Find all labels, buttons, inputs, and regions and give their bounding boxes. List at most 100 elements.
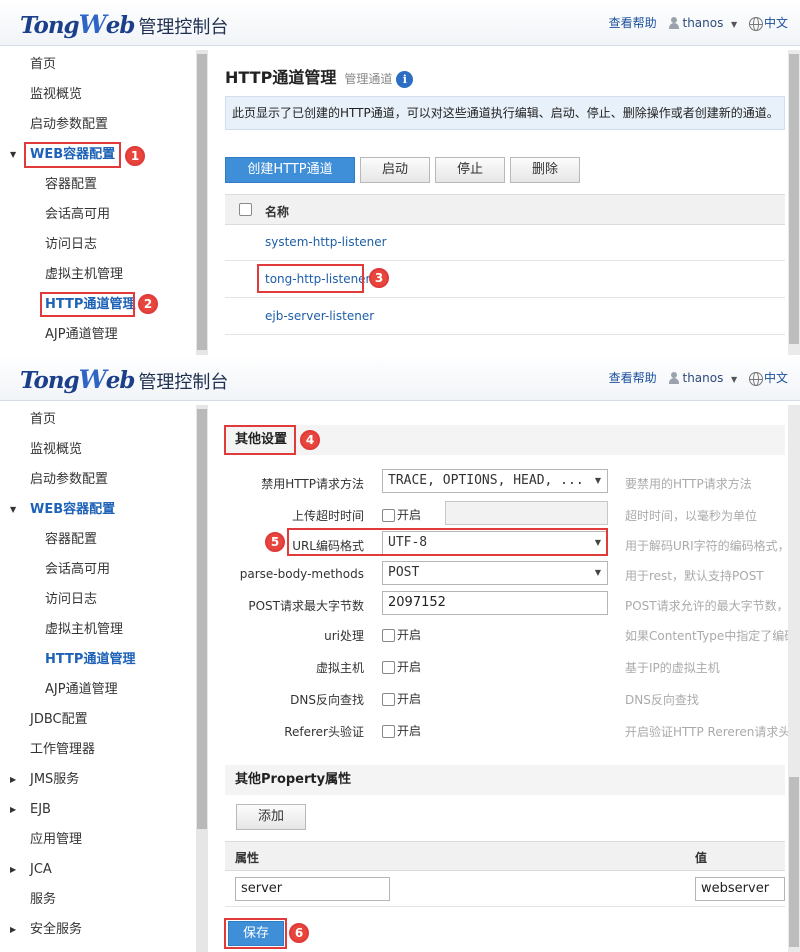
- select-all-checkbox[interactable]: [239, 203, 252, 216]
- sidebar-item-services[interactable]: 服务: [0, 885, 210, 915]
- form-row: parse-body-methods POST ▼ 用于rest，默认支持POST: [225, 559, 800, 591]
- app-title: 管理控制台: [138, 17, 229, 38]
- column-name-header: 名称: [265, 205, 290, 219]
- sidebar-item-security[interactable]: ▶ 安全服务: [0, 915, 210, 945]
- sidebar-item-monitor[interactable]: 监视概览: [0, 80, 210, 110]
- sidebar-item-session-ha[interactable]: 会话高可用: [0, 200, 210, 230]
- tongweb-logo: TongWeb 管理控制台: [20, 365, 229, 394]
- tongweb-logo: TongWeb 管理控制台: [20, 10, 229, 39]
- sidebar-item-ajp-channel[interactable]: AJP通道管理: [0, 675, 210, 705]
- checkbox[interactable]: [382, 661, 395, 674]
- language-switch[interactable]: 中文: [748, 14, 788, 31]
- sidebar-item-virtual-host[interactable]: 虚拟主机管理: [0, 260, 210, 290]
- property-name-input[interactable]: server: [235, 877, 390, 901]
- virtual-host-toggle[interactable]: 开启: [382, 658, 421, 675]
- property-value-input[interactable]: webserver: [695, 877, 785, 901]
- user-menu[interactable]: thanos ▼: [668, 371, 737, 385]
- parse-body-methods-select[interactable]: POST ▼: [382, 561, 608, 585]
- sidebar-item-container-config[interactable]: 容器配置: [0, 525, 210, 555]
- page-description: 此页显示了已创建的HTTP通道，可以对这些通道执行编辑、启动、停止、删除操作或者…: [225, 96, 785, 130]
- delete-button[interactable]: 删除: [510, 157, 580, 183]
- form-row: uri处理 开启 如果ContentType中指定了编码: [225, 619, 800, 651]
- highlight-other-settings: [224, 425, 296, 455]
- field-help: 开启验证HTTP Rereren请求头: [625, 725, 791, 739]
- sidebar-item-container-config[interactable]: 容器配置: [0, 170, 210, 200]
- listener-link-system[interactable]: system-http-listener: [265, 235, 387, 249]
- form-row: POST请求最大字节数 2097152 POST请求允许的最大字节数，: [225, 589, 800, 621]
- step-badge-6: 6: [289, 923, 309, 943]
- help-link[interactable]: 查看帮助: [609, 369, 657, 386]
- form-row: 上传超时时间 开启 超时时间，以毫秒为单位: [225, 499, 800, 531]
- field-help: DNS反向查找: [625, 693, 699, 707]
- content-scrollbar[interactable]: [788, 50, 800, 355]
- sidebar-item-session-ha[interactable]: 会话高可用: [0, 555, 210, 585]
- step-badge-3: 3: [369, 268, 389, 288]
- field-help: 用于rest，默认支持POST: [625, 569, 764, 583]
- sidebar-item-ajp-channel[interactable]: AJP通道管理: [0, 320, 210, 350]
- step-badge-1: 1: [125, 146, 145, 166]
- field-label: DNS反向查找: [290, 693, 364, 707]
- property-section-header: 其他Property属性: [225, 765, 785, 795]
- field-help: 超时时间，以毫秒为单位: [625, 509, 758, 523]
- sidebar-item-access-log[interactable]: 访问日志: [0, 230, 210, 260]
- upload-timeout-input[interactable]: [445, 501, 608, 525]
- sidebar-item-virtual-host[interactable]: 虚拟主机管理: [0, 615, 210, 645]
- property-table-header: 属性 值: [225, 841, 785, 871]
- start-button[interactable]: 启动: [360, 157, 430, 183]
- app-title: 管理控制台: [138, 372, 229, 393]
- sidebar-item-startup-params[interactable]: 启动参数配置: [0, 465, 210, 495]
- user-menu[interactable]: thanos ▼: [668, 16, 737, 30]
- sidebar-item-app-management[interactable]: 应用管理: [0, 825, 210, 855]
- form-row: 虚拟主机 开启 基于IP的虚拟主机: [225, 651, 800, 683]
- content-scrollbar[interactable]: [788, 405, 800, 952]
- http-channel-list-screen: TongWeb 管理控制台 查看帮助 thanos ▼ 中文 首页 监视概览 启动…: [0, 0, 800, 355]
- add-property-button[interactable]: 添加: [236, 804, 306, 830]
- checkbox[interactable]: [382, 725, 395, 738]
- post-max-size-input[interactable]: 2097152: [382, 591, 608, 615]
- field-help: 用于解码URI字符的编码格式，: [625, 539, 790, 553]
- sidebar-item-home[interactable]: 首页: [0, 50, 210, 80]
- checkbox[interactable]: [382, 629, 395, 642]
- sidebar-item-web-container[interactable]: ▼ WEB容器配置: [0, 495, 210, 525]
- help-link[interactable]: 查看帮助: [609, 14, 657, 31]
- http-channel-settings-screen: TongWeb 管理控制台 查看帮助 thanos ▼ 中文 首页 监视概览 启动…: [0, 355, 800, 952]
- stop-button[interactable]: 停止: [435, 157, 505, 183]
- highlight-save: [224, 918, 287, 949]
- highlight-web-container: [24, 142, 121, 168]
- sidebar-item-jca[interactable]: ▶ JCA: [0, 855, 210, 885]
- sidebar-item-ejb[interactable]: ▶ EJB: [0, 795, 210, 825]
- sidebar-item-jms[interactable]: ▶ JMS服务: [0, 765, 210, 795]
- uri-processing-toggle[interactable]: 开启: [382, 626, 421, 643]
- referer-check-toggle[interactable]: 开启: [382, 722, 421, 739]
- field-label: uri处理: [324, 629, 364, 643]
- info-icon[interactable]: i: [396, 71, 414, 88]
- sidebar-item-home[interactable]: 首页: [0, 405, 210, 435]
- sidebar-scrollbar[interactable]: [196, 405, 208, 952]
- field-label: 禁用HTTP请求方法: [261, 477, 364, 491]
- create-http-channel-button[interactable]: 创建HTTP通道: [225, 157, 355, 183]
- page-subtitle: 管理通道: [344, 72, 393, 86]
- language-switch[interactable]: 中文: [748, 369, 788, 386]
- sidebar-scrollbar[interactable]: [196, 50, 208, 355]
- expand-triangle-icon: ▶: [10, 805, 17, 814]
- form-row: Referer头验证 开启 开启验证HTTP Rereren请求头: [225, 715, 800, 747]
- chevron-down-icon: ▼: [594, 476, 601, 485]
- field-help: POST请求允许的最大字节数，: [625, 599, 789, 613]
- sidebar-item-access-log[interactable]: 访问日志: [0, 585, 210, 615]
- field-label: parse-body-methods: [239, 567, 364, 581]
- expand-triangle-icon: ▼: [10, 505, 17, 514]
- sidebar-item-work-manager[interactable]: 工作管理器: [0, 735, 210, 765]
- disabled-methods-select[interactable]: TRACE, OPTIONS, HEAD, ... ▼: [382, 469, 608, 493]
- checkbox[interactable]: [382, 509, 395, 522]
- sidebar-item-jdbc[interactable]: JDBC配置: [0, 705, 210, 735]
- listener-link-ejb[interactable]: ejb-server-listener: [265, 309, 374, 323]
- dns-lookup-toggle[interactable]: 开启: [382, 690, 421, 707]
- user-icon: [668, 16, 680, 30]
- sidebar-item-monitor[interactable]: 监视概览: [0, 435, 210, 465]
- field-label: POST请求最大字节数: [248, 599, 364, 613]
- checkbox[interactable]: [382, 693, 395, 706]
- upload-timeout-toggle[interactable]: 开启: [382, 506, 421, 523]
- sidebar-item-http-channel[interactable]: HTTP通道管理: [0, 645, 210, 675]
- step-badge-5: 5: [265, 532, 285, 552]
- sidebar-item-startup-params[interactable]: 启动参数配置: [0, 110, 210, 140]
